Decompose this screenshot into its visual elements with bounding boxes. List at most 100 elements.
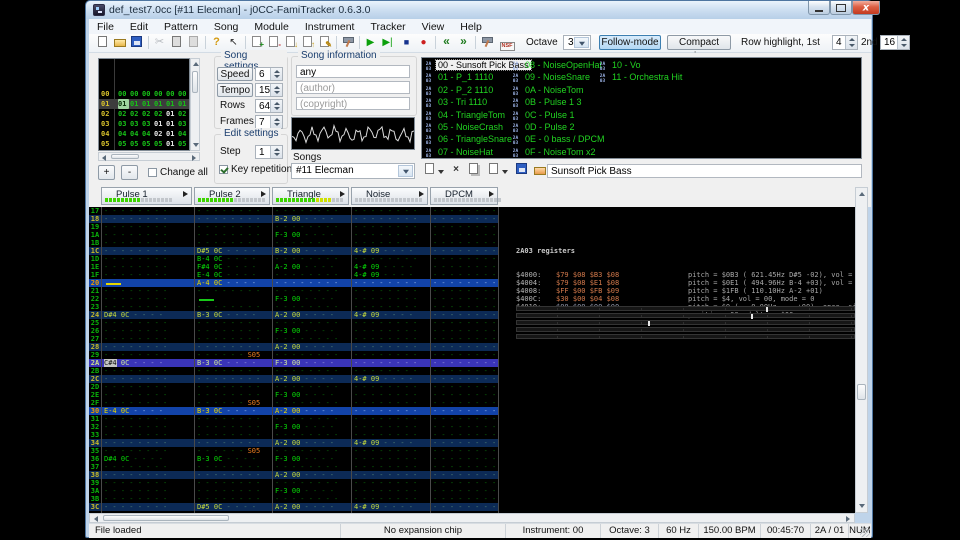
frame-row[interactable]: 03 03 03 03 01 01 03 xyxy=(99,119,189,129)
pattern-cell[interactable]: - - - - - - - - xyxy=(430,455,498,463)
frame-pattern-value[interactable]: 02 xyxy=(130,109,141,119)
pattern-cell[interactable]: - - - - - - - - xyxy=(194,287,272,295)
pattern-cell[interactable]: - - - - - - - - xyxy=(272,239,351,247)
load-instrument-dropdown[interactable] xyxy=(500,163,509,178)
module-properties-button[interactable] xyxy=(339,35,356,51)
clone-instrument-button[interactable] xyxy=(465,163,481,178)
octave-dropdown-button[interactable] xyxy=(574,37,589,48)
instrument-item[interactable]: 2A 03 0F - NoiseTom x2 xyxy=(511,147,598,159)
pattern-cell[interactable]: - - - - - - - - xyxy=(430,239,498,247)
pattern-cell[interactable]: - - - - - - - - xyxy=(101,383,194,391)
frame-pattern-value[interactable]: 03 xyxy=(178,119,189,129)
pattern-cell[interactable]: - - - - - - - - xyxy=(430,367,498,375)
help-button[interactable]: ? xyxy=(208,35,225,51)
remove-instrument-list-button[interactable]: × xyxy=(448,163,464,178)
channel-header-noise[interactable]: Noise xyxy=(351,187,428,205)
instrument-item[interactable]: 2A 03 01 - P_1 1110 xyxy=(424,72,495,84)
pattern-cell[interactable]: A-2 00 - - - - xyxy=(272,407,351,415)
frame-pattern-value[interactable]: 05 xyxy=(154,139,165,149)
instrument-item[interactable]: 2A 03 0A - NoiseTom xyxy=(511,85,586,97)
pattern-cell[interactable]: B-3 0C - - - - xyxy=(194,359,272,367)
pattern-vscrollbar[interactable] xyxy=(855,187,868,513)
spinner-buttons[interactable] xyxy=(845,36,857,49)
frame-pattern-value[interactable]: 04 xyxy=(118,129,129,139)
pattern-row[interactable]: 17- - - - - - - -- - - - - - - -- - - - … xyxy=(89,207,498,215)
pattern-cell[interactable]: F-3 00 - - - - xyxy=(272,391,351,399)
pattern-cell[interactable]: A-2 00 - - - - xyxy=(272,343,351,351)
play-button[interactable]: ▶ xyxy=(362,35,379,51)
pattern-cell[interactable]: - - - - - - - - xyxy=(351,239,430,247)
channel-header-dpcm[interactable]: DPCM xyxy=(430,187,501,205)
pattern-cell[interactable]: - - - - - - - - xyxy=(351,431,430,439)
pattern-cell[interactable]: B-3 0C - - - - xyxy=(194,311,272,319)
instrument-item[interactable]: 2A 03 05 - NoiseCrash xyxy=(424,122,505,134)
pattern-cell[interactable]: - - - - - - - - xyxy=(351,335,430,343)
pattern-cell[interactable]: - - - - - - - - xyxy=(101,399,194,407)
pattern-cell[interactable]: - - - - - - - - xyxy=(194,215,272,223)
pattern-cell[interactable]: - - - - - - - - xyxy=(430,351,498,359)
add-instrument-button[interactable]: + xyxy=(248,35,265,51)
menu-instrument[interactable]: Instrument xyxy=(297,20,363,34)
pattern-cell[interactable]: - - - - - - S05 xyxy=(194,447,272,455)
frame-pattern-value[interactable]: 01 xyxy=(178,99,189,109)
instrument-item[interactable]: 2A 03 07 - NoiseHat xyxy=(424,147,495,159)
frame-pattern-value[interactable]: 01 xyxy=(130,99,141,109)
frame-pattern-value[interactable]: 04 xyxy=(130,129,141,139)
pattern-cell[interactable]: - - - - - - S05 xyxy=(194,351,272,359)
pattern-cell[interactable]: - - - - - - - - xyxy=(351,327,430,335)
instrument-item[interactable]: 2A 03 04 - TriangleTom xyxy=(424,110,507,122)
pattern-cell[interactable]: - - - - - - - - xyxy=(101,351,194,359)
pattern-cell[interactable]: - - - - - - - - xyxy=(430,215,498,223)
pattern-cell[interactable]: 4-# 09 - - - - xyxy=(351,271,430,279)
pattern-cell[interactable]: - - - - - - - - xyxy=(101,487,194,495)
pattern-cell[interactable]: B-3 0C - - - - xyxy=(194,407,272,415)
frame-pattern-value[interactable]: 03 xyxy=(118,119,129,129)
pattern-cell[interactable]: - - - - - - - - xyxy=(272,319,351,327)
instrument-item[interactable]: 2A 03 11 - Orchestra Hit xyxy=(598,72,684,84)
frame-row[interactable]: 01 01 01 01 01 01 01 xyxy=(99,99,189,109)
pattern-row[interactable]: 21- - - - - - - -- - - - - - - -- - - - … xyxy=(89,287,498,295)
pattern-cell[interactable]: - - - - - - - - xyxy=(351,255,430,263)
stop-button[interactable]: ■ xyxy=(398,35,415,51)
frame-pattern-value[interactable]: 02 xyxy=(154,129,165,139)
channel-header-triangle[interactable]: Triangle xyxy=(272,187,349,205)
frame-hscrollbar[interactable] xyxy=(98,152,200,161)
pattern-cell[interactable]: A-2 00 - - - - xyxy=(272,311,351,319)
frame-editor[interactable]: 00 00 00 00 00 00 00 01 01 01 01 01 01 01 02 02 02 02 02 01… xyxy=(98,58,190,151)
pattern-cell[interactable]: E-4 0C - - - - xyxy=(101,407,194,415)
frame-pattern-value[interactable]: 00 xyxy=(166,89,177,99)
author-field[interactable]: (author) xyxy=(296,81,410,94)
channel-expand-icon[interactable] xyxy=(183,191,188,197)
frame-pattern-value[interactable]: 01 xyxy=(166,99,177,109)
minimize-button[interactable] xyxy=(808,1,830,15)
save-file-button[interactable] xyxy=(128,35,145,51)
row-highlight-2nd-spinner[interactable]: 16 xyxy=(880,35,910,50)
frame-pattern-value[interactable]: 01 xyxy=(166,129,177,139)
pattern-cell[interactable]: - - - - - - - - xyxy=(430,303,498,311)
pattern-row[interactable]: 2E - - - - - - - -- - - - - - - - F-3 00 -… xyxy=(89,391,498,399)
pattern-cell[interactable]: - - - - - - - - xyxy=(194,367,272,375)
pattern-cell[interactable]: D#5 0C - - - - xyxy=(194,247,272,255)
pattern-row[interactable]: 3A - - - - - - - -- - - - - - - - F-3 00 -… xyxy=(89,487,498,495)
pattern-cell[interactable]: - - - - - - - - xyxy=(351,295,430,303)
pattern-cell[interactable]: - - - - - - - - xyxy=(101,375,194,383)
pattern-cell[interactable]: - - - - - - - - xyxy=(194,383,272,391)
pattern-cell[interactable]: - - - - - - - - xyxy=(194,487,272,495)
pattern-cell[interactable]: - - - - - - - - xyxy=(351,495,430,503)
frame-pattern-value[interactable]: 01 xyxy=(142,99,153,109)
pattern-cell[interactable]: F-3 00 - - - - xyxy=(272,455,351,463)
pattern-cell[interactable]: A-2 00 - - - - xyxy=(272,503,351,511)
frame-pattern-value[interactable]: 03 xyxy=(130,119,141,129)
maximize-button[interactable] xyxy=(830,1,852,15)
pattern-cell[interactable]: F-3 00 - - - - xyxy=(272,423,351,431)
new-instrument-button[interactable] xyxy=(421,163,437,178)
pattern-cell[interactable]: A-2 00 - - - - xyxy=(272,375,351,383)
pattern-cell[interactable]: - - - - - - - - xyxy=(430,287,498,295)
tuning-button[interactable] xyxy=(478,35,495,51)
pattern-cell[interactable]: - - - - - - - - xyxy=(351,423,430,431)
frame-pattern-value[interactable]: 05 xyxy=(118,139,129,149)
pattern-cell[interactable]: - - - - - - - - xyxy=(430,487,498,495)
pattern-cell[interactable]: - - - - - - - - xyxy=(430,255,498,263)
pattern-row[interactable]: 28- - - - - - - -- - - - - - - - A-2 00 -… xyxy=(89,343,498,351)
pattern-cell[interactable]: - - - - - - - - xyxy=(272,271,351,279)
